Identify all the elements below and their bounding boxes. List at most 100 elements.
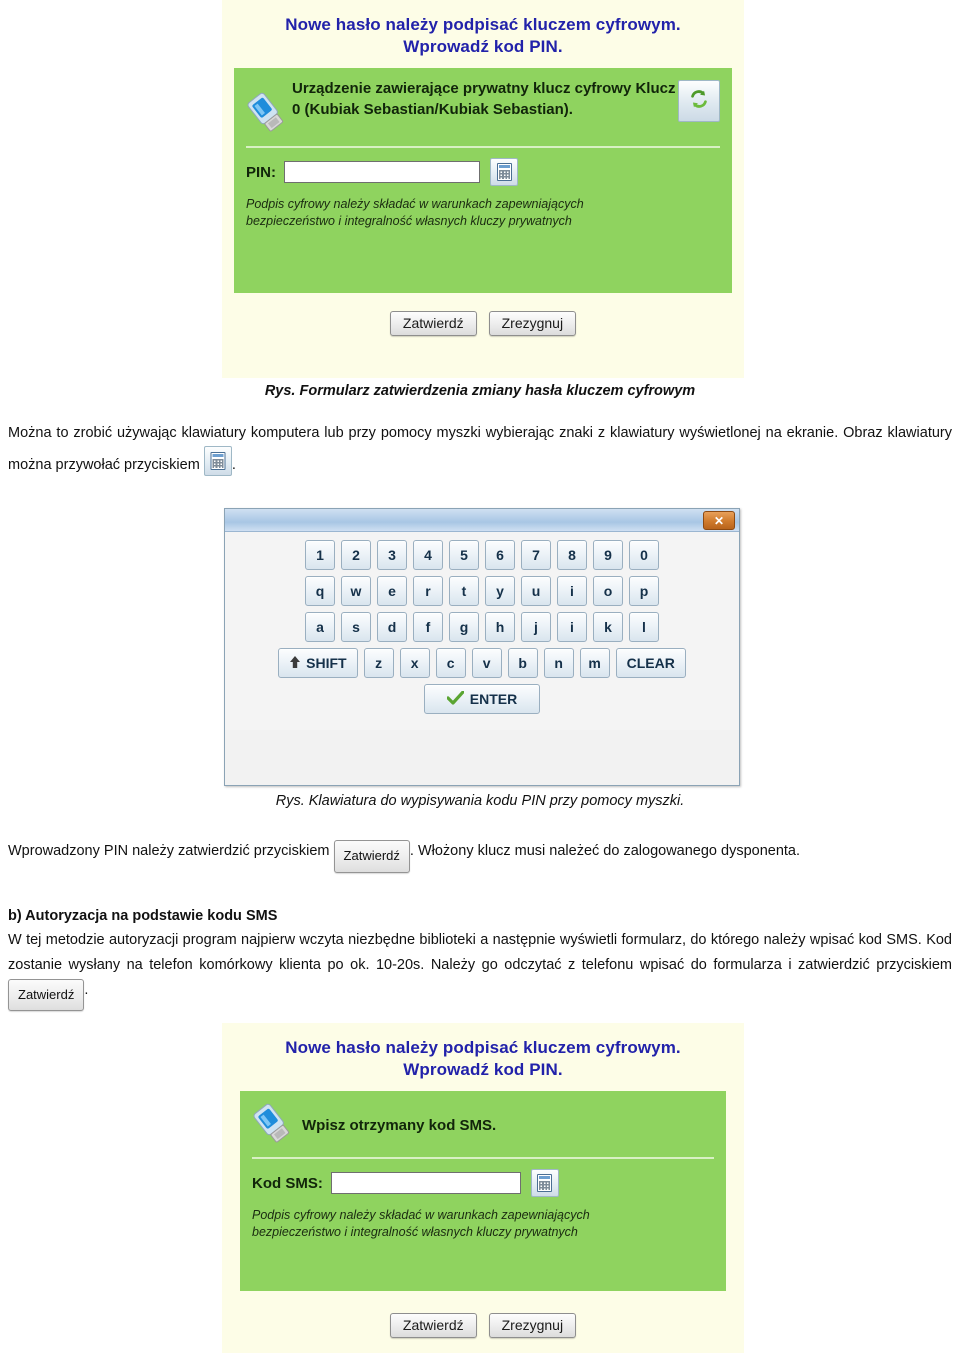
paragraph-sms-method-part1: W tej metodzie autoryzacji program najpi… <box>8 932 952 973</box>
paragraph-sms-method: W tej metodzie autoryzacji program najpi… <box>8 928 952 1011</box>
key-shift[interactable]: SHIFT <box>278 648 358 678</box>
key-m[interactable]: m <box>579 648 610 678</box>
onscreen-keyboard-button[interactable] <box>490 158 518 186</box>
key-5[interactable]: 5 <box>449 540 479 570</box>
onscreen-keyboard-button[interactable] <box>530 1169 559 1197</box>
key-l[interactable]: l <box>629 612 659 642</box>
sms-input-row: Kod SMS: <box>252 1169 714 1197</box>
up-arrow-icon <box>289 655 301 672</box>
key-s[interactable]: s <box>341 612 371 642</box>
refresh-icon <box>688 88 710 115</box>
sms-cancel-button[interactable]: Zrezygnuj <box>488 1313 577 1338</box>
key-r[interactable]: r <box>413 576 443 606</box>
figure-caption-2: Rys. Klawiatura do wypisywania kodu PIN … <box>275 793 685 809</box>
pin-form-note: Podpis cyfrowy należy składać w warunkac… <box>246 196 720 230</box>
key-p[interactable]: p <box>629 576 659 606</box>
key-h[interactable]: h <box>485 612 515 642</box>
key-v[interactable]: v <box>471 648 502 678</box>
sms-form-buttons: Zatwierdź Zrezygnuj <box>222 1313 744 1338</box>
pin-input-row: PIN: <box>246 158 720 186</box>
usb-token-icon <box>246 90 288 138</box>
key-e[interactable]: e <box>377 576 407 606</box>
inline-confirm-button-2[interactable]: Zatwierdź <box>8 979 85 1011</box>
pin-form-title-line1: Nowe hasło należy podpisać kluczem cyfro… <box>285 15 681 34</box>
key-6[interactable]: 6 <box>485 540 515 570</box>
keyboard-row-top: q w e r t y u i o p <box>231 576 733 606</box>
divider <box>252 1157 714 1159</box>
key-9[interactable]: 9 <box>593 540 623 570</box>
pin-label: PIN: <box>246 163 276 181</box>
divider <box>246 146 720 148</box>
key-t[interactable]: t <box>449 576 479 606</box>
key-enter-label: ENTER <box>469 691 518 707</box>
sms-description: Wpisz otrzymany kod SMS. <box>302 1116 497 1134</box>
key-o[interactable]: o <box>593 576 623 606</box>
key-b[interactable]: b <box>507 648 538 678</box>
keyboard-row-enter: ENTER <box>231 684 733 714</box>
key-2[interactable]: 2 <box>341 540 371 570</box>
section-b-heading: b) Autoryzacja na podstawie kodu SMS <box>8 905 952 927</box>
sms-form-note-line2: bezpieczeństwo i integralność własnych k… <box>252 1225 578 1239</box>
pin-form-title: Nowe hasło należy podpisać kluczem cyfro… <box>222 0 744 58</box>
pin-input[interactable] <box>284 161 480 183</box>
key-z[interactable]: z <box>363 648 394 678</box>
key-1[interactable]: 1 <box>305 540 335 570</box>
key-c[interactable]: c <box>435 648 466 678</box>
sms-form-title: Nowe hasło należy podpisać kluczem cyfro… <box>222 1023 744 1081</box>
sms-confirm-button[interactable]: Zatwierdź <box>389 1313 477 1338</box>
pin-form-title-line2: Wprowadź kod PIN. <box>403 37 563 56</box>
figure-caption-1: Rys. Formularz zatwierdzenia zmiany hasł… <box>264 383 696 399</box>
key-f[interactable]: f <box>413 612 443 642</box>
refresh-device-button[interactable] <box>678 80 720 122</box>
key-x[interactable]: x <box>399 648 430 678</box>
key-w[interactable]: w <box>341 576 371 606</box>
section-b-heading-text: b) Autoryzacja na podstawie kodu SMS <box>8 908 278 924</box>
inline-confirm-button-1[interactable]: Zatwierdź <box>333 840 410 873</box>
keyboard-row-bottom: SHIFT z x c v b n m CLEAR <box>231 648 733 678</box>
inline-onscreen-keyboard-icon[interactable] <box>203 446 232 476</box>
key-d[interactable]: d <box>377 612 407 642</box>
key-i[interactable]: i <box>557 576 587 606</box>
key-3[interactable]: 3 <box>377 540 407 570</box>
key-n[interactable]: n <box>543 648 574 678</box>
key-clear[interactable]: CLEAR <box>615 648 686 678</box>
key-0[interactable]: 0 <box>629 540 659 570</box>
pin-form-buttons: Zatwierdź Zrezygnuj <box>222 311 744 336</box>
pin-confirm-button[interactable]: Zatwierdź <box>389 311 477 336</box>
pin-form-green-box: Urządzenie zawierające prywatny klucz cy… <box>234 68 732 293</box>
close-icon[interactable]: ✕ <box>703 511 735 530</box>
onscreen-keyboard-window: ✕ 1 2 3 4 5 6 7 8 9 0 q w e r t y u i o … <box>224 508 740 786</box>
key-q[interactable]: q <box>305 576 335 606</box>
green-check-icon <box>446 689 465 708</box>
key-enter[interactable]: ENTER <box>423 684 541 714</box>
sms-form-green-box: Wpisz otrzymany kod SMS. Kod SMS: Podpis… <box>240 1091 726 1291</box>
pin-cancel-button[interactable]: Zrezygnuj <box>488 311 577 336</box>
key-8[interactable]: 8 <box>557 540 587 570</box>
key-g[interactable]: g <box>449 612 479 642</box>
key-shift-label: SHIFT <box>306 655 347 671</box>
paragraph-confirm-pin-part1: Wprowadzony PIN należy zatwierdzić przyc… <box>8 843 330 859</box>
key-i-2[interactable]: i <box>557 612 587 642</box>
paragraph-keyboard-intro-text: Można to zrobić używając klawiatury komp… <box>8 425 952 473</box>
key-j[interactable]: j <box>521 612 551 642</box>
key-k[interactable]: k <box>593 612 623 642</box>
paragraph-keyboard-intro-dot: . <box>231 457 236 473</box>
sms-form-note-line1: Podpis cyfrowy należy składać w warunkac… <box>252 1208 590 1222</box>
key-a[interactable]: a <box>305 612 335 642</box>
sms-code-input[interactable] <box>330 1172 521 1194</box>
sms-form-panel: Nowe hasło należy podpisać kluczem cyfro… <box>222 1023 744 1353</box>
key-u[interactable]: u <box>521 576 551 606</box>
key-4[interactable]: 4 <box>413 540 443 570</box>
keyboard-row-digits: 1 2 3 4 5 6 7 8 9 0 <box>231 540 733 570</box>
sms-info-row: Wpisz otrzymany kod SMS. <box>252 1101 714 1149</box>
sms-form-title-line1: Nowe hasło należy podpisać kluczem cyfro… <box>285 1038 681 1057</box>
key-7[interactable]: 7 <box>521 540 551 570</box>
pin-form-note-line2: bezpieczeństwo i integralność własnych k… <box>246 214 572 228</box>
paragraph-keyboard-intro: Można to zrobić używając klawiatury komp… <box>8 420 952 478</box>
paragraph-confirm-pin: Wprowadzony PIN należy zatwierdzić przyc… <box>8 838 952 873</box>
pin-form-note-line1: Podpis cyfrowy należy składać w warunkac… <box>246 197 584 211</box>
pin-form-panel: Nowe hasło należy podpisać kluczem cyfro… <box>222 0 744 378</box>
key-y[interactable]: y <box>485 576 515 606</box>
device-description: Urządzenie zawierające prywatny klucz cy… <box>292 80 676 118</box>
sms-form-title-line2: Wprowadź kod PIN. <box>403 1060 563 1079</box>
